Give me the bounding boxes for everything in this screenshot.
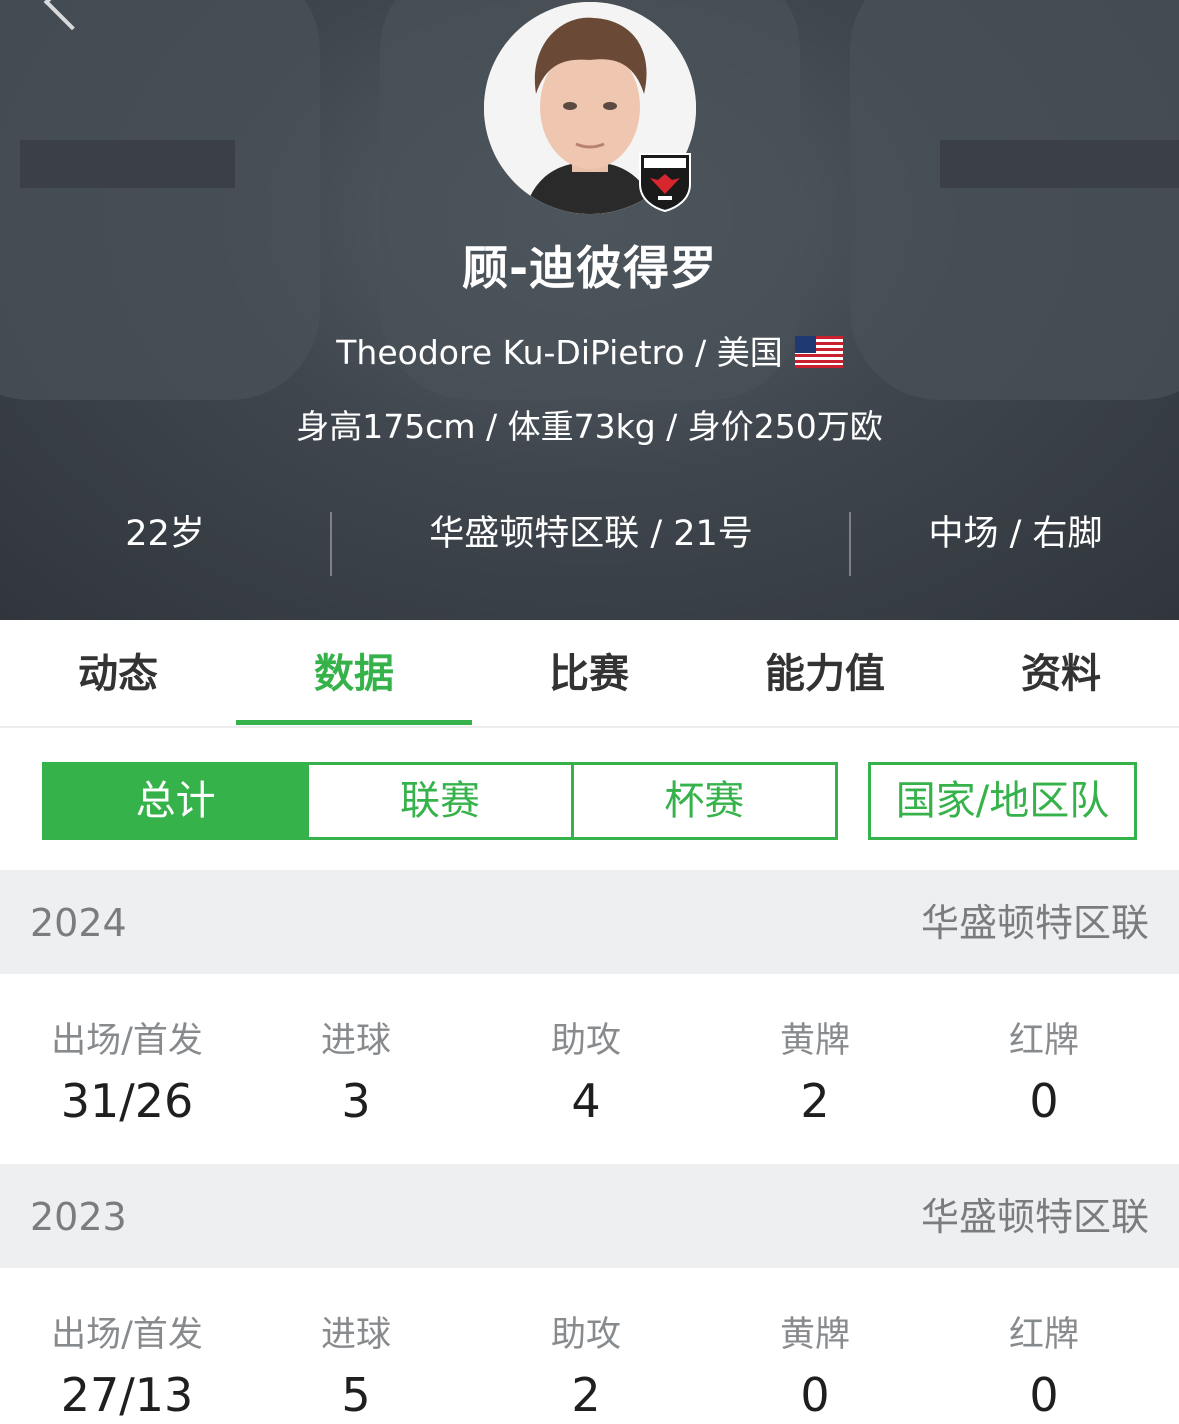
player-tabs: 动态 数据 比赛 能力值 资料 (0, 620, 1179, 728)
tab-data[interactable]: 数据 (236, 620, 472, 726)
stat-value: 4 (571, 1074, 601, 1128)
tab-profile[interactable]: 资料 (943, 620, 1179, 726)
season-stats: 出场/首发 31/26 进球 3 助攻 4 黄牌 2 红牌 0 (0, 974, 1179, 1164)
player-header: 顾-迪彼得罗 Theodore Ku-DiPietro / 美国 身高175cm… (0, 0, 1179, 620)
competition-filter: 总计 联赛 杯赛 (42, 762, 838, 840)
stat-label: 进球 (320, 1021, 391, 1061)
player-name-chinese: 顾-迪彼得罗 (461, 241, 718, 295)
stat-label: 助攻 (550, 1315, 621, 1355)
player-name-english-line: Theodore Ku-DiPietro / 美国 (0, 326, 1179, 374)
stat-label: 红牌 (1008, 1315, 1079, 1355)
background-bar (940, 140, 1179, 188)
filter-total[interactable]: 总计 (45, 765, 307, 837)
stat-label: 黄牌 (779, 1315, 850, 1355)
season-header: 2023 华盛顿特区联 (0, 1164, 1179, 1268)
stat-value: 0 (1029, 1368, 1059, 1422)
info-divider (849, 512, 851, 576)
stat-value: 2 (800, 1074, 830, 1128)
tab-news[interactable]: 动态 (0, 620, 236, 726)
season-stats: 出场/首发 27/13 进球 5 助攻 2 黄牌 0 红牌 0 (0, 1268, 1179, 1424)
stat-label: 出场/首发 (51, 1315, 203, 1355)
stat-value: 2 (571, 1368, 601, 1422)
player-name-english: Theodore Ku-DiPietro / 美国 (336, 333, 783, 372)
stat-label: 黄牌 (779, 1021, 850, 1061)
filter-cup[interactable]: 杯赛 (570, 765, 835, 837)
season-year: 2024 (30, 901, 127, 945)
stat-label: 红牌 (1008, 1021, 1079, 1061)
stat-label: 助攻 (550, 1021, 621, 1061)
dc-united-badge-icon (639, 153, 691, 212)
season-header: 2024 华盛顿特区联 (0, 870, 1179, 974)
filter-national-team[interactable]: 国家/地区队 (871, 765, 1134, 837)
us-flag-icon (794, 335, 843, 368)
season-club: 华盛顿特区联 (920, 1195, 1149, 1239)
player-club-number[interactable]: 华盛顿特区联 / 21号 (332, 498, 850, 578)
stat-value: 3 (341, 1074, 371, 1128)
player-position-foot: 中场 / 右脚 (928, 514, 1103, 554)
stat-value: 0 (800, 1368, 830, 1422)
stat-label: 出场/首发 (51, 1021, 203, 1061)
active-tab-indicator (236, 720, 472, 725)
stat-value: 31/26 (60, 1074, 194, 1128)
stat-value: 5 (341, 1368, 371, 1422)
stat-label: 进球 (320, 1315, 391, 1355)
tab-ability[interactable]: 能力值 (707, 620, 943, 726)
national-team-filter: 国家/地区队 (868, 762, 1137, 840)
player-physical-info: 身高175cm / 体重73kg / 身价250万欧 (296, 407, 883, 446)
stat-value: 0 (1029, 1074, 1059, 1128)
filter-league[interactable]: 联赛 (306, 765, 570, 837)
season-club: 华盛顿特区联 (920, 901, 1149, 945)
background-bar (20, 140, 235, 188)
player-age: 22岁 (125, 514, 205, 554)
season-year: 2023 (30, 1195, 127, 1239)
info-divider (330, 512, 332, 576)
player-info-row: 22岁 华盛顿特区联 / 21号 中场 / 右脚 (0, 498, 1179, 578)
stat-value: 27/13 (60, 1368, 194, 1422)
tab-matches[interactable]: 比赛 (471, 620, 707, 726)
